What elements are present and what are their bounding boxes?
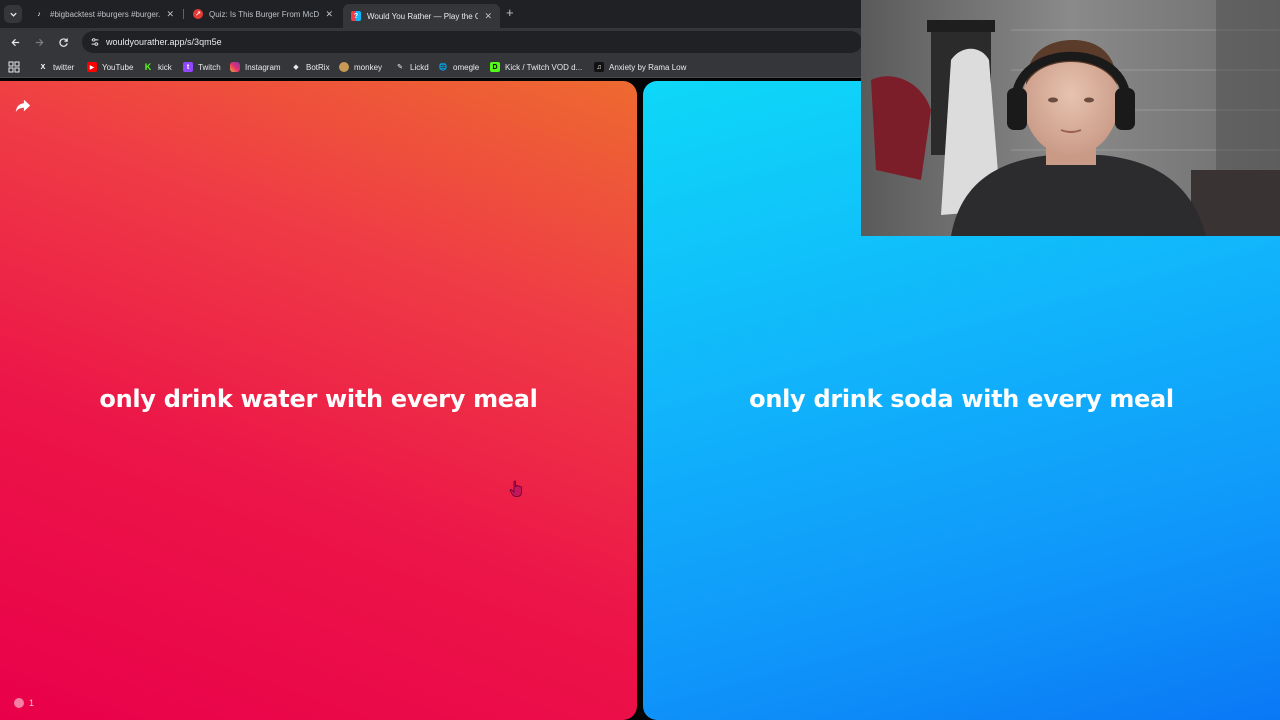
x-icon: X: [40, 63, 46, 71]
bookmark-label: YouTube: [102, 62, 134, 72]
kick-icon: K: [144, 62, 152, 72]
new-tab-button[interactable]: +: [506, 6, 514, 20]
apps-grid-icon[interactable]: [8, 61, 20, 73]
bookmark-label: omegle: [453, 62, 480, 72]
tab-quiz[interactable]: ↗ Quiz: Is This Burger From McDo... ✕: [185, 4, 341, 24]
d-icon: D: [490, 62, 500, 72]
tab-would-you-rather[interactable]: ? Would You Rather — Play the G... ✕: [343, 4, 500, 28]
tab-title: Would You Rather — Play the G...: [367, 11, 479, 21]
url-text: wouldyourather.app/s/3qm5e: [106, 37, 222, 47]
close-tab-icon[interactable]: ✕: [325, 9, 333, 20]
bookmark-monkey[interactable]: monkey: [339, 60, 382, 74]
bookmark-label: Instagram: [245, 62, 281, 72]
option-a-text: only drink water with every meal: [99, 384, 538, 413]
forward-button[interactable]: [31, 34, 47, 50]
webcam-feed-image: [861, 0, 1280, 236]
like-counter[interactable]: 1: [14, 698, 34, 708]
reload-icon: [58, 37, 68, 47]
bookmark-vod-downloader[interactable]: D Kick / Twitch VOD d...: [490, 60, 582, 74]
site-info-icon[interactable]: [90, 37, 100, 47]
wyr-icon: ?: [351, 11, 361, 21]
twitch-icon: t: [183, 62, 193, 72]
address-bar[interactable]: wouldyourather.app/s/3qm5e: [82, 31, 862, 53]
tab-search-button[interactable]: [4, 5, 22, 23]
close-tab-icon[interactable]: ✕: [166, 9, 174, 20]
bookmark-omegle[interactable]: 🌐 omegle: [438, 60, 480, 74]
option-a-card[interactable]: only drink water with every meal 1: [0, 81, 637, 720]
tiktok-icon: ♪: [37, 10, 41, 18]
bookmark-label: monkey: [354, 62, 383, 72]
bookmark-twitch[interactable]: t Twitch: [183, 60, 221, 74]
hand-cursor-icon: [509, 480, 523, 497]
bookmark-label: kick: [158, 62, 172, 72]
share-icon[interactable]: [14, 97, 32, 115]
reload-button[interactable]: [55, 34, 71, 50]
bookmark-kick[interactable]: K kick: [143, 60, 172, 74]
arrow-right-icon: [35, 38, 44, 46]
close-tab-icon[interactable]: ✕: [484, 11, 492, 22]
bookmark-label: BotRix: [306, 62, 330, 72]
bookmark-twitter[interactable]: X twitter: [38, 60, 75, 74]
like-count: 1: [29, 698, 35, 708]
bookmark-youtube[interactable]: ▶ YouTube: [87, 60, 133, 74]
back-button[interactable]: [7, 34, 23, 50]
option-b-text: only drink soda with every meal: [749, 384, 1174, 413]
quiz-icon: ↗: [193, 9, 203, 19]
bookmark-label: Kick / Twitch VOD d...: [505, 62, 583, 72]
monkey-icon: [339, 62, 349, 72]
lickd-icon: ✎: [397, 64, 403, 71]
tab-tiktok[interactable]: ♪ #bigbacktest #burgers #burger... ✕: [26, 4, 182, 24]
youtube-icon: ▶: [87, 62, 97, 72]
tab-title: Quiz: Is This Burger From McDo...: [209, 9, 320, 19]
bookmark-lickd[interactable]: ✎ Lickd: [395, 60, 429, 74]
bookmark-botrix[interactable]: ◆ BotRix: [291, 60, 330, 74]
chevron-down-icon: [9, 12, 17, 17]
instagram-icon: [230, 62, 240, 72]
bookmark-label: twitter: [53, 62, 75, 72]
bookmark-instagram[interactable]: Instagram: [230, 60, 281, 74]
bookmark-label: Anxiety by Rama Low: [609, 62, 687, 72]
music-icon: ♫: [594, 62, 604, 72]
bookmark-label: Lickd: [410, 62, 429, 72]
webcam-overlay: [861, 0, 1280, 236]
omegle-icon: 🌐: [438, 64, 448, 71]
bookmark-anxiety[interactable]: ♫ Anxiety by Rama Low: [594, 60, 686, 74]
arrow-left-icon: [10, 38, 19, 46]
botrix-icon: ◆: [293, 64, 299, 71]
bookmark-label: Twitch: [198, 62, 221, 72]
tab-title: #bigbacktest #burgers #burger...: [50, 9, 161, 19]
flame-icon: [14, 698, 24, 708]
tab-divider: [183, 9, 184, 19]
